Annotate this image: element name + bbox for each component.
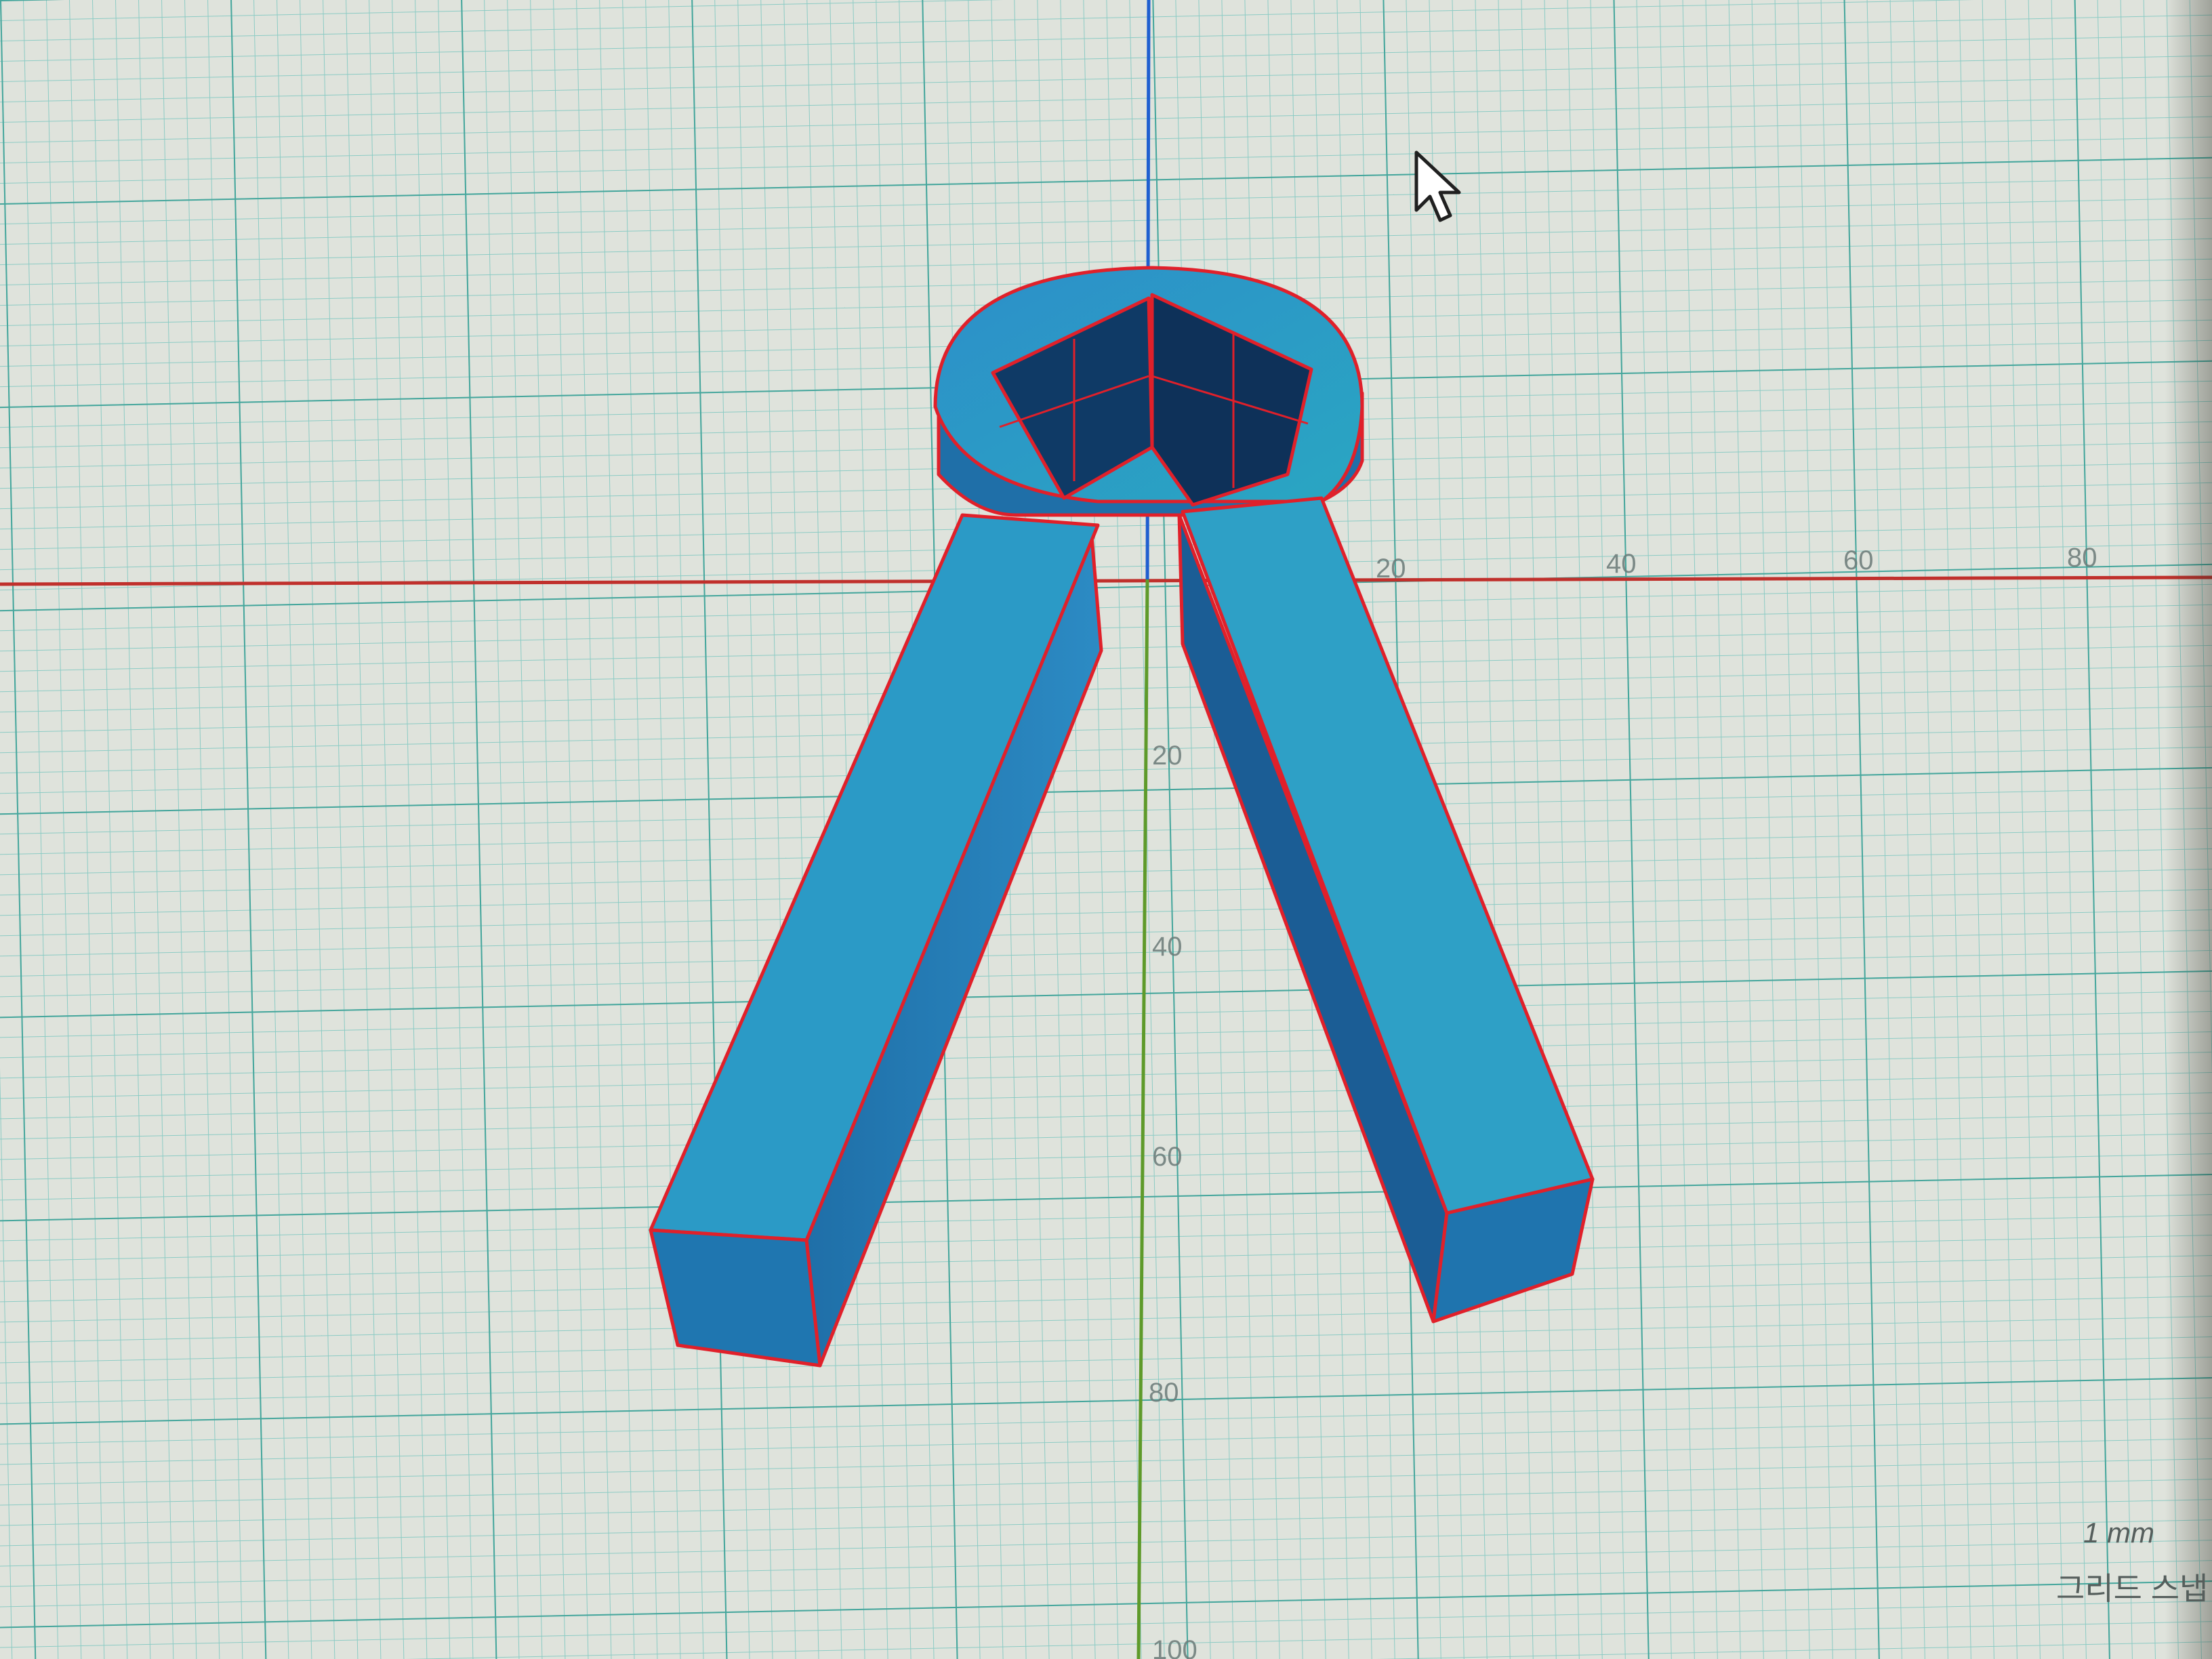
grid-snap-control[interactable]: 1 mm 그리드 스냅: [2056, 1517, 2212, 1632]
x-axis-tick: 80: [2067, 543, 2097, 573]
y-axis-tick: 20: [1152, 741, 1183, 771]
monitor-edge-shadow: [2165, 0, 2212, 1659]
mouse-pointer-icon: [1414, 150, 1461, 222]
x-axis-tick: 60: [1843, 546, 1874, 575]
grid-snap-label: 그리드 스냅: [2056, 1571, 2209, 1606]
grid-snap-value[interactable]: 1 mm: [2083, 1517, 2154, 1549]
left-arm-end: [649, 1228, 822, 1368]
x-axis-tick: 40: [1606, 549, 1637, 579]
grid-major: [0, 0, 2212, 1659]
y-axis-tick: 40: [1152, 932, 1183, 962]
workplane-grid[interactable]: 20 40 60 80 20 40 60 80 100: [0, 0, 2212, 1659]
y-axis-tick: 80: [1149, 1378, 1179, 1408]
y-axis-tick: 100: [1152, 1635, 1197, 1659]
x-axis-tick: 20: [1376, 554, 1406, 583]
y-axis-tick: 60: [1152, 1142, 1183, 1172]
